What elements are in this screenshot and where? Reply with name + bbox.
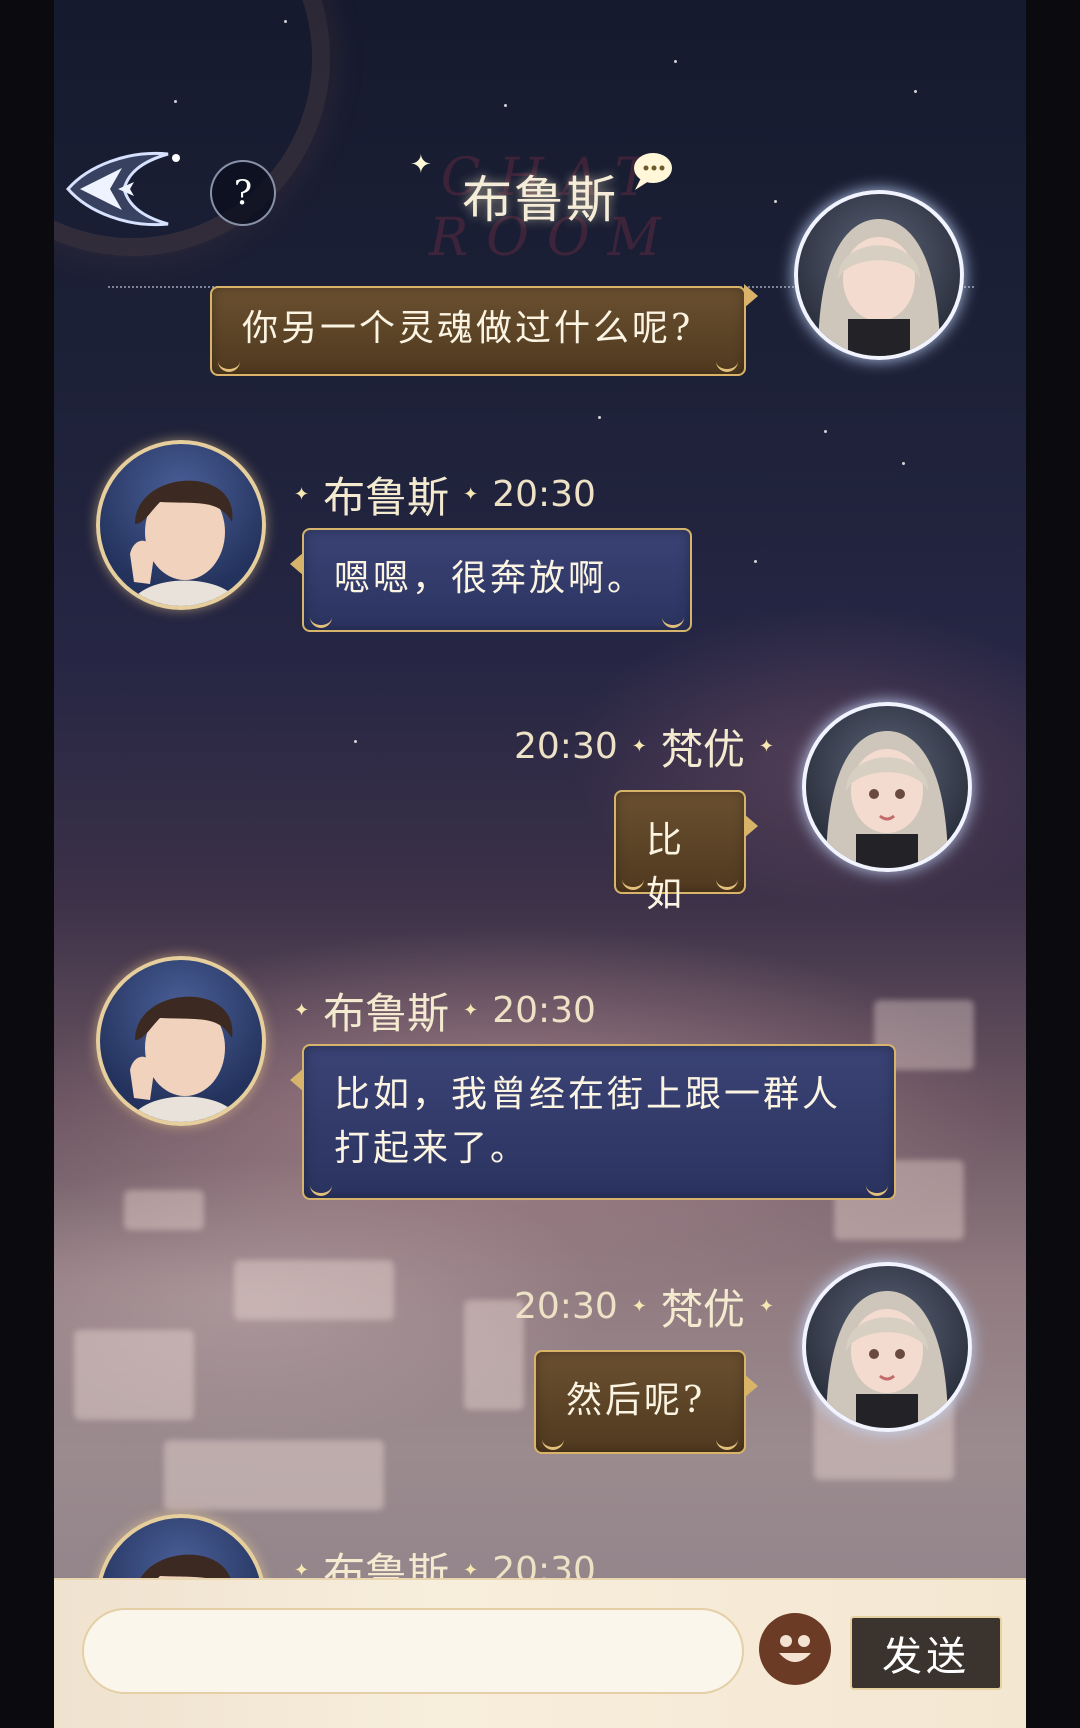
send-button[interactable]: 发送 [850, 1616, 1002, 1690]
avatar-fanyou[interactable] [794, 190, 964, 360]
diamond-icon: ✦ [463, 1000, 479, 1021]
message-time: 20:30 [492, 474, 596, 515]
emoji-button[interactable] [759, 1613, 831, 1685]
message-text: 你另一个灵魂做过什么呢? [242, 308, 694, 349]
character-portrait-icon [130, 480, 240, 606]
character-portrait-icon [818, 219, 940, 356]
bubble-ornament [716, 357, 738, 372]
bubble-ornament [310, 1181, 332, 1196]
star [914, 90, 917, 93]
city-light [124, 1190, 204, 1230]
message-text: 然后呢? [566, 1380, 706, 1421]
message-header: ✦ 布鲁斯 ✦ 20:30 [294, 464, 596, 525]
message-bubble[interactable]: 比如，我曾经在街上跟一群人 打起来了。 [290, 1044, 896, 1200]
input-bar: 发送 [54, 1578, 1026, 1728]
sender-name: 梵优 [660, 725, 745, 774]
star [354, 740, 357, 743]
speech-bubble-icon [634, 153, 672, 190]
bubble-ornament [716, 875, 738, 890]
message-time: 20:30 [514, 1286, 618, 1327]
diamond-icon: ✦ [463, 484, 479, 505]
smiley-face-icon [779, 1635, 811, 1662]
sender-name: 布鲁斯 [323, 989, 450, 1038]
avatar-bruce[interactable] [96, 956, 266, 1126]
star [504, 104, 507, 107]
back-arrow-icon [66, 151, 180, 227]
diamond-icon: ✦ [758, 736, 774, 757]
bubble-ornament [866, 1181, 888, 1196]
diamond-icon: ✦ [294, 484, 310, 505]
message-time: 20:30 [492, 990, 596, 1031]
message-header: ✦ 布鲁斯 ✦ 20:30 [294, 980, 596, 1041]
message-header: 20:30 ✦ 梵优 ✦ [514, 1276, 774, 1337]
city-light [164, 1440, 384, 1510]
avatar-fanyou[interactable] [802, 1262, 972, 1432]
message-text: 嗯嗯，很奔放啊。 [334, 558, 647, 599]
message-text-line: 比如，我曾经在街上跟一群人 [334, 1074, 842, 1115]
star [774, 200, 777, 203]
bubble-tail [744, 1374, 758, 1398]
diamond-icon: ✦ [631, 736, 647, 757]
bubble-ornament [218, 357, 240, 372]
diamond-icon: ✦ [758, 1296, 774, 1317]
message-header: 20:30 ✦ 梵优 ✦ [514, 716, 774, 777]
bubble-ornament [542, 1435, 564, 1450]
bubble-ornament [662, 613, 684, 628]
bubble-ornament [716, 1435, 738, 1450]
sender-name: 梵优 [660, 1285, 745, 1334]
avatar-fanyou[interactable] [802, 702, 972, 872]
bubble-tail [744, 814, 758, 838]
bubble-tail [744, 284, 758, 308]
message-time: 20:30 [514, 726, 618, 767]
sender-name: 布鲁斯 [323, 473, 450, 522]
help-label: ? [233, 173, 253, 213]
bubble-ornament [310, 613, 332, 628]
message-text: 比如 [646, 820, 686, 915]
message-bubble[interactable]: 嗯嗯，很奔放啊。 [290, 528, 692, 632]
star [598, 416, 601, 419]
city-light [74, 1330, 194, 1420]
message-bubble[interactable]: 你另一个灵魂做过什么呢? [210, 284, 758, 376]
message-text-line: 打起来了。 [334, 1128, 530, 1169]
message-bubble[interactable]: 然后呢? [534, 1350, 758, 1454]
diamond-icon: ✦ [631, 1296, 647, 1317]
bubble-tail [290, 1068, 304, 1092]
diamond-icon: ✦ [294, 1000, 310, 1021]
chat-screen: ? CHAT ROOM ✦ 布鲁斯 你另一个灵魂做过什么呢? ✦ 布鲁斯 ✦ 2… [54, 0, 1026, 1728]
message-bubble[interactable]: 比如 [614, 790, 758, 915]
character-portrait-icon [826, 731, 948, 868]
character-portrait-icon [130, 996, 240, 1122]
back-button[interactable] [56, 146, 186, 232]
message-input[interactable] [82, 1608, 744, 1694]
star [284, 20, 287, 23]
star [902, 462, 905, 465]
bubble-ornament [622, 875, 644, 890]
star [824, 430, 827, 433]
city-light [234, 1260, 394, 1320]
star [674, 60, 677, 63]
avatar-bruce[interactable] [96, 440, 266, 610]
character-portrait-icon [826, 1291, 948, 1428]
bubble-tail [290, 552, 304, 576]
star [174, 100, 177, 103]
help-button[interactable]: ? [210, 160, 276, 226]
star [754, 560, 757, 563]
